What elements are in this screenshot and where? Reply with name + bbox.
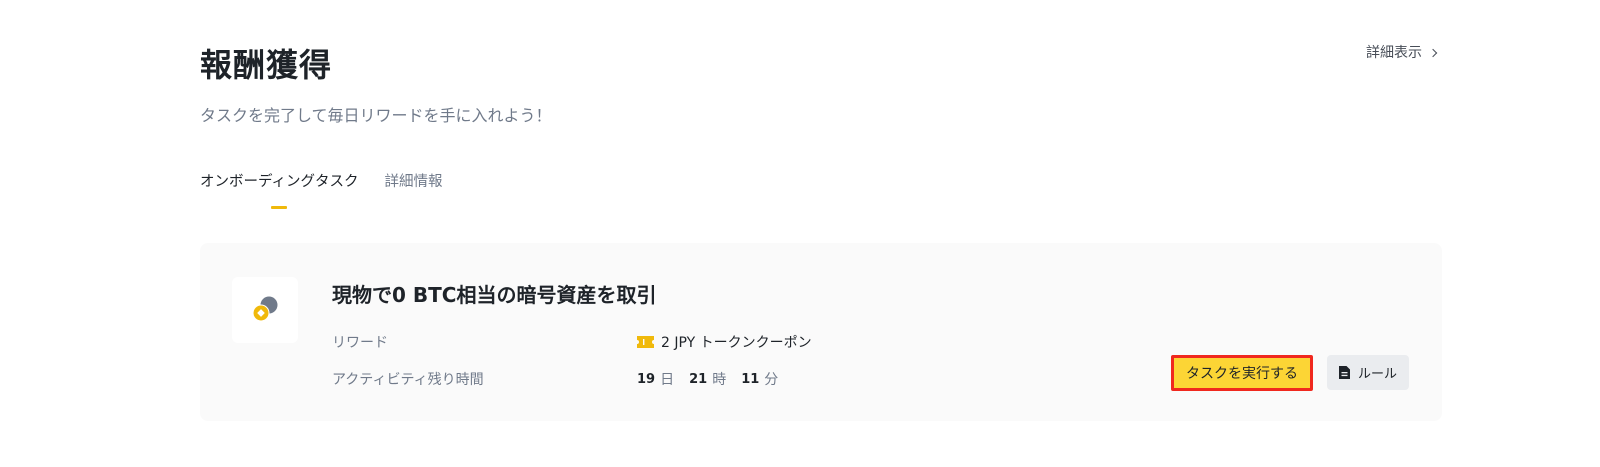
task-title: 現物で0 BTC相当の暗号資産を取引 [332,283,657,307]
time-remaining-label: アクティビティ残り時間 [332,372,484,388]
document-icon [1338,366,1350,379]
task-icon-container [232,277,298,343]
ticket-icon [637,336,654,348]
chevron-right-icon [1428,48,1438,57]
active-tab-indicator [271,206,288,209]
countdown-minutes: 11 [741,371,760,387]
tab-details[interactable]: 詳細情報 [384,170,442,212]
tab-onboarding-tasks-label: オンボーディングタスク [200,174,359,190]
tab-bar: オンボーディングタスク 詳細情報 [200,170,442,212]
details-link[interactable]: 詳細表示 [1366,42,1438,62]
page-title: 報酬獲得 [200,46,333,84]
rule-button-label: ルール [1357,367,1397,382]
tab-details-label: 詳細情報 [384,174,443,190]
do-task-button[interactable]: タスクを実行する [1171,355,1313,391]
countdown-minutes-unit: 分 [764,372,779,388]
coins-icon [252,296,278,322]
countdown-days-unit: 日 [660,372,675,388]
details-link-label: 詳細表示 [1366,45,1422,61]
task-card: 現物で0 BTC相当の暗号資産を取引 リワード 2 JPY トークンクーポン ア… [200,243,1442,421]
countdown-hours: 21 [689,371,708,387]
countdown-days: 19 [637,371,656,387]
reward-value-row: 2 JPY トークンクーポン [637,332,812,352]
countdown-hours-unit: 時 [712,372,727,388]
reward-label: リワード [332,335,388,351]
countdown-timer: 19 日 21 時 11 分 [637,369,788,389]
tab-onboarding-tasks[interactable]: オンボーディングタスク [200,170,358,212]
rule-button[interactable]: ルール [1327,355,1409,390]
reward-value: 2 JPY トークンクーポン [661,335,812,351]
page-subtitle: タスクを完了して毎日リワードを手に入れよう！ [200,106,552,125]
